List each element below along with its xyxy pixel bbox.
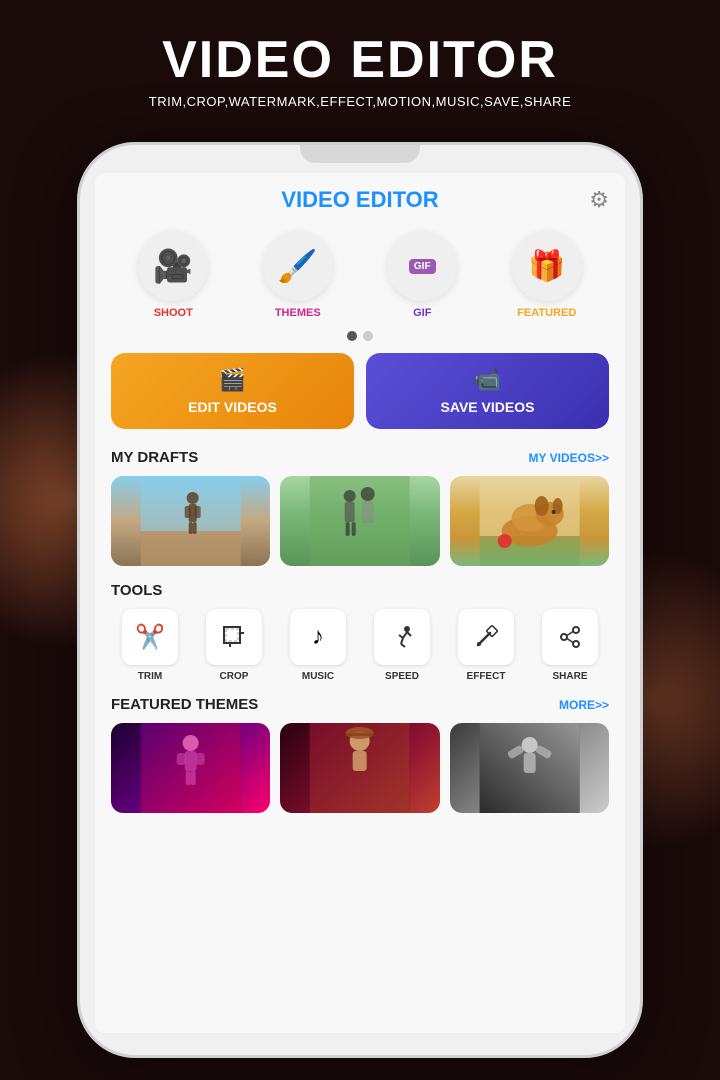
trim-icon: ✂️ bbox=[135, 623, 165, 652]
tools-row: ✂️ TRIM CROP bbox=[111, 609, 609, 682]
share-icon-box bbox=[542, 609, 598, 665]
shoot-label: SHOOT bbox=[154, 307, 193, 319]
crop-icon bbox=[222, 625, 246, 649]
draft-item-3[interactable] bbox=[450, 476, 609, 566]
feature-themes[interactable]: 🖌️ THEMES bbox=[263, 231, 333, 319]
pagination-dots bbox=[95, 331, 625, 341]
draft-item-1[interactable] bbox=[111, 476, 270, 566]
drafts-section-header: MY DRAFTS MY VIDEOS>> bbox=[95, 445, 625, 476]
effect-icon bbox=[474, 625, 498, 649]
share-label: SHARE bbox=[552, 671, 587, 682]
shoot-icon-circle: 🎥 bbox=[138, 231, 208, 301]
music-icon: ♪ bbox=[312, 623, 324, 651]
gif-badge: GIF bbox=[409, 259, 436, 274]
featured-section-header: FEATURED THEMES MORE>> bbox=[111, 696, 609, 713]
action-buttons: 🎬 EDIT VIDEOS 📹 SAVE VIDEOS bbox=[95, 353, 625, 429]
music-label: MUSIC bbox=[302, 671, 334, 682]
speed-icon bbox=[389, 625, 415, 649]
themes-label: THEMES bbox=[275, 307, 321, 319]
app-title: VIDEO EDITOR bbox=[281, 187, 438, 213]
trim-label: TRIM bbox=[138, 671, 162, 682]
music-icon-box: ♪ bbox=[290, 609, 346, 665]
draft-beach-image bbox=[111, 476, 270, 566]
themes-row bbox=[111, 723, 609, 813]
tool-trim[interactable]: ✂️ TRIM bbox=[111, 609, 189, 682]
gif-icon-circle: GIF bbox=[387, 231, 457, 301]
edit-videos-button[interactable]: 🎬 EDIT VIDEOS bbox=[111, 353, 354, 429]
tools-title: TOOLS bbox=[111, 582, 609, 599]
featured-icon-circle: 🎁 bbox=[512, 231, 582, 301]
speed-icon-box bbox=[374, 609, 430, 665]
drafts-row bbox=[95, 476, 625, 582]
phone-screen: VIDEO EDITOR ⚙ 🎥 SHOOT 🖌️ THEMES GIF bbox=[95, 173, 625, 1033]
dot-2 bbox=[363, 331, 373, 341]
draft-dog-image bbox=[450, 476, 609, 566]
tool-share[interactable]: SHARE bbox=[531, 609, 609, 682]
themes-icon-circle: 🖌️ bbox=[263, 231, 333, 301]
featured-section: FEATURED THEMES MORE>> bbox=[95, 682, 625, 813]
feature-shoot[interactable]: 🎥 SHOOT bbox=[138, 231, 208, 319]
more-link[interactable]: MORE>> bbox=[559, 698, 609, 712]
tool-effect[interactable]: EFFECT bbox=[447, 609, 525, 682]
tool-music[interactable]: ♪ MUSIC bbox=[279, 609, 357, 682]
save-icon: 📹 bbox=[474, 367, 501, 393]
app-header: VIDEO EDITOR ⚙ bbox=[95, 173, 625, 221]
header-subtitle: TRIM,CROP,WATERMARK,EFFECT,MOTION,MUSIC,… bbox=[0, 94, 720, 109]
header-title: VIDEO EDITOR bbox=[0, 30, 720, 90]
my-videos-link[interactable]: MY VIDEOS>> bbox=[529, 451, 609, 465]
phone-notch bbox=[300, 145, 420, 163]
draft-item-2[interactable] bbox=[280, 476, 439, 566]
featured-icon: 🎁 bbox=[528, 249, 565, 284]
featured-themes-title: FEATURED THEMES bbox=[111, 696, 258, 713]
themes-icon: 🖌️ bbox=[278, 247, 318, 285]
settings-icon[interactable]: ⚙ bbox=[589, 187, 609, 213]
crop-label: CROP bbox=[220, 671, 249, 682]
save-videos-button[interactable]: 📹 SAVE VIDEOS bbox=[366, 353, 609, 429]
share-icon bbox=[558, 625, 582, 649]
phone-frame: VIDEO EDITOR ⚙ 🎥 SHOOT 🖌️ THEMES GIF bbox=[80, 145, 640, 1055]
theme-item-1[interactable] bbox=[111, 723, 270, 813]
edit-icon: 🎬 bbox=[219, 367, 246, 393]
feature-featured[interactable]: 🎁 FEATURED bbox=[512, 231, 582, 319]
theme-item-2[interactable] bbox=[280, 723, 439, 813]
tool-speed[interactable]: SPEED bbox=[363, 609, 441, 682]
gif-label: GIF bbox=[413, 307, 431, 319]
drafts-title: MY DRAFTS bbox=[111, 449, 198, 466]
save-videos-label: SAVE VIDEOS bbox=[441, 399, 535, 415]
theme-item-3[interactable] bbox=[450, 723, 609, 813]
edit-videos-label: EDIT VIDEOS bbox=[188, 399, 277, 415]
featured-label: FEATURED bbox=[517, 307, 576, 319]
header-section: VIDEO EDITOR TRIM,CROP,WATERMARK,EFFECT,… bbox=[0, 0, 720, 109]
shoot-icon: 🎥 bbox=[153, 247, 193, 285]
crop-icon-box bbox=[206, 609, 262, 665]
speed-label: SPEED bbox=[385, 671, 419, 682]
effect-icon-box bbox=[458, 609, 514, 665]
tool-crop[interactable]: CROP bbox=[195, 609, 273, 682]
feature-gif[interactable]: GIF GIF bbox=[387, 231, 457, 319]
dot-1 bbox=[347, 331, 357, 341]
draft-couple-image bbox=[280, 476, 439, 566]
features-row: 🎥 SHOOT 🖌️ THEMES GIF GIF 🎁 bbox=[95, 221, 625, 323]
effect-label: EFFECT bbox=[467, 671, 506, 682]
trim-icon-box: ✂️ bbox=[122, 609, 178, 665]
tools-section: TOOLS ✂️ TRIM bbox=[95, 582, 625, 682]
